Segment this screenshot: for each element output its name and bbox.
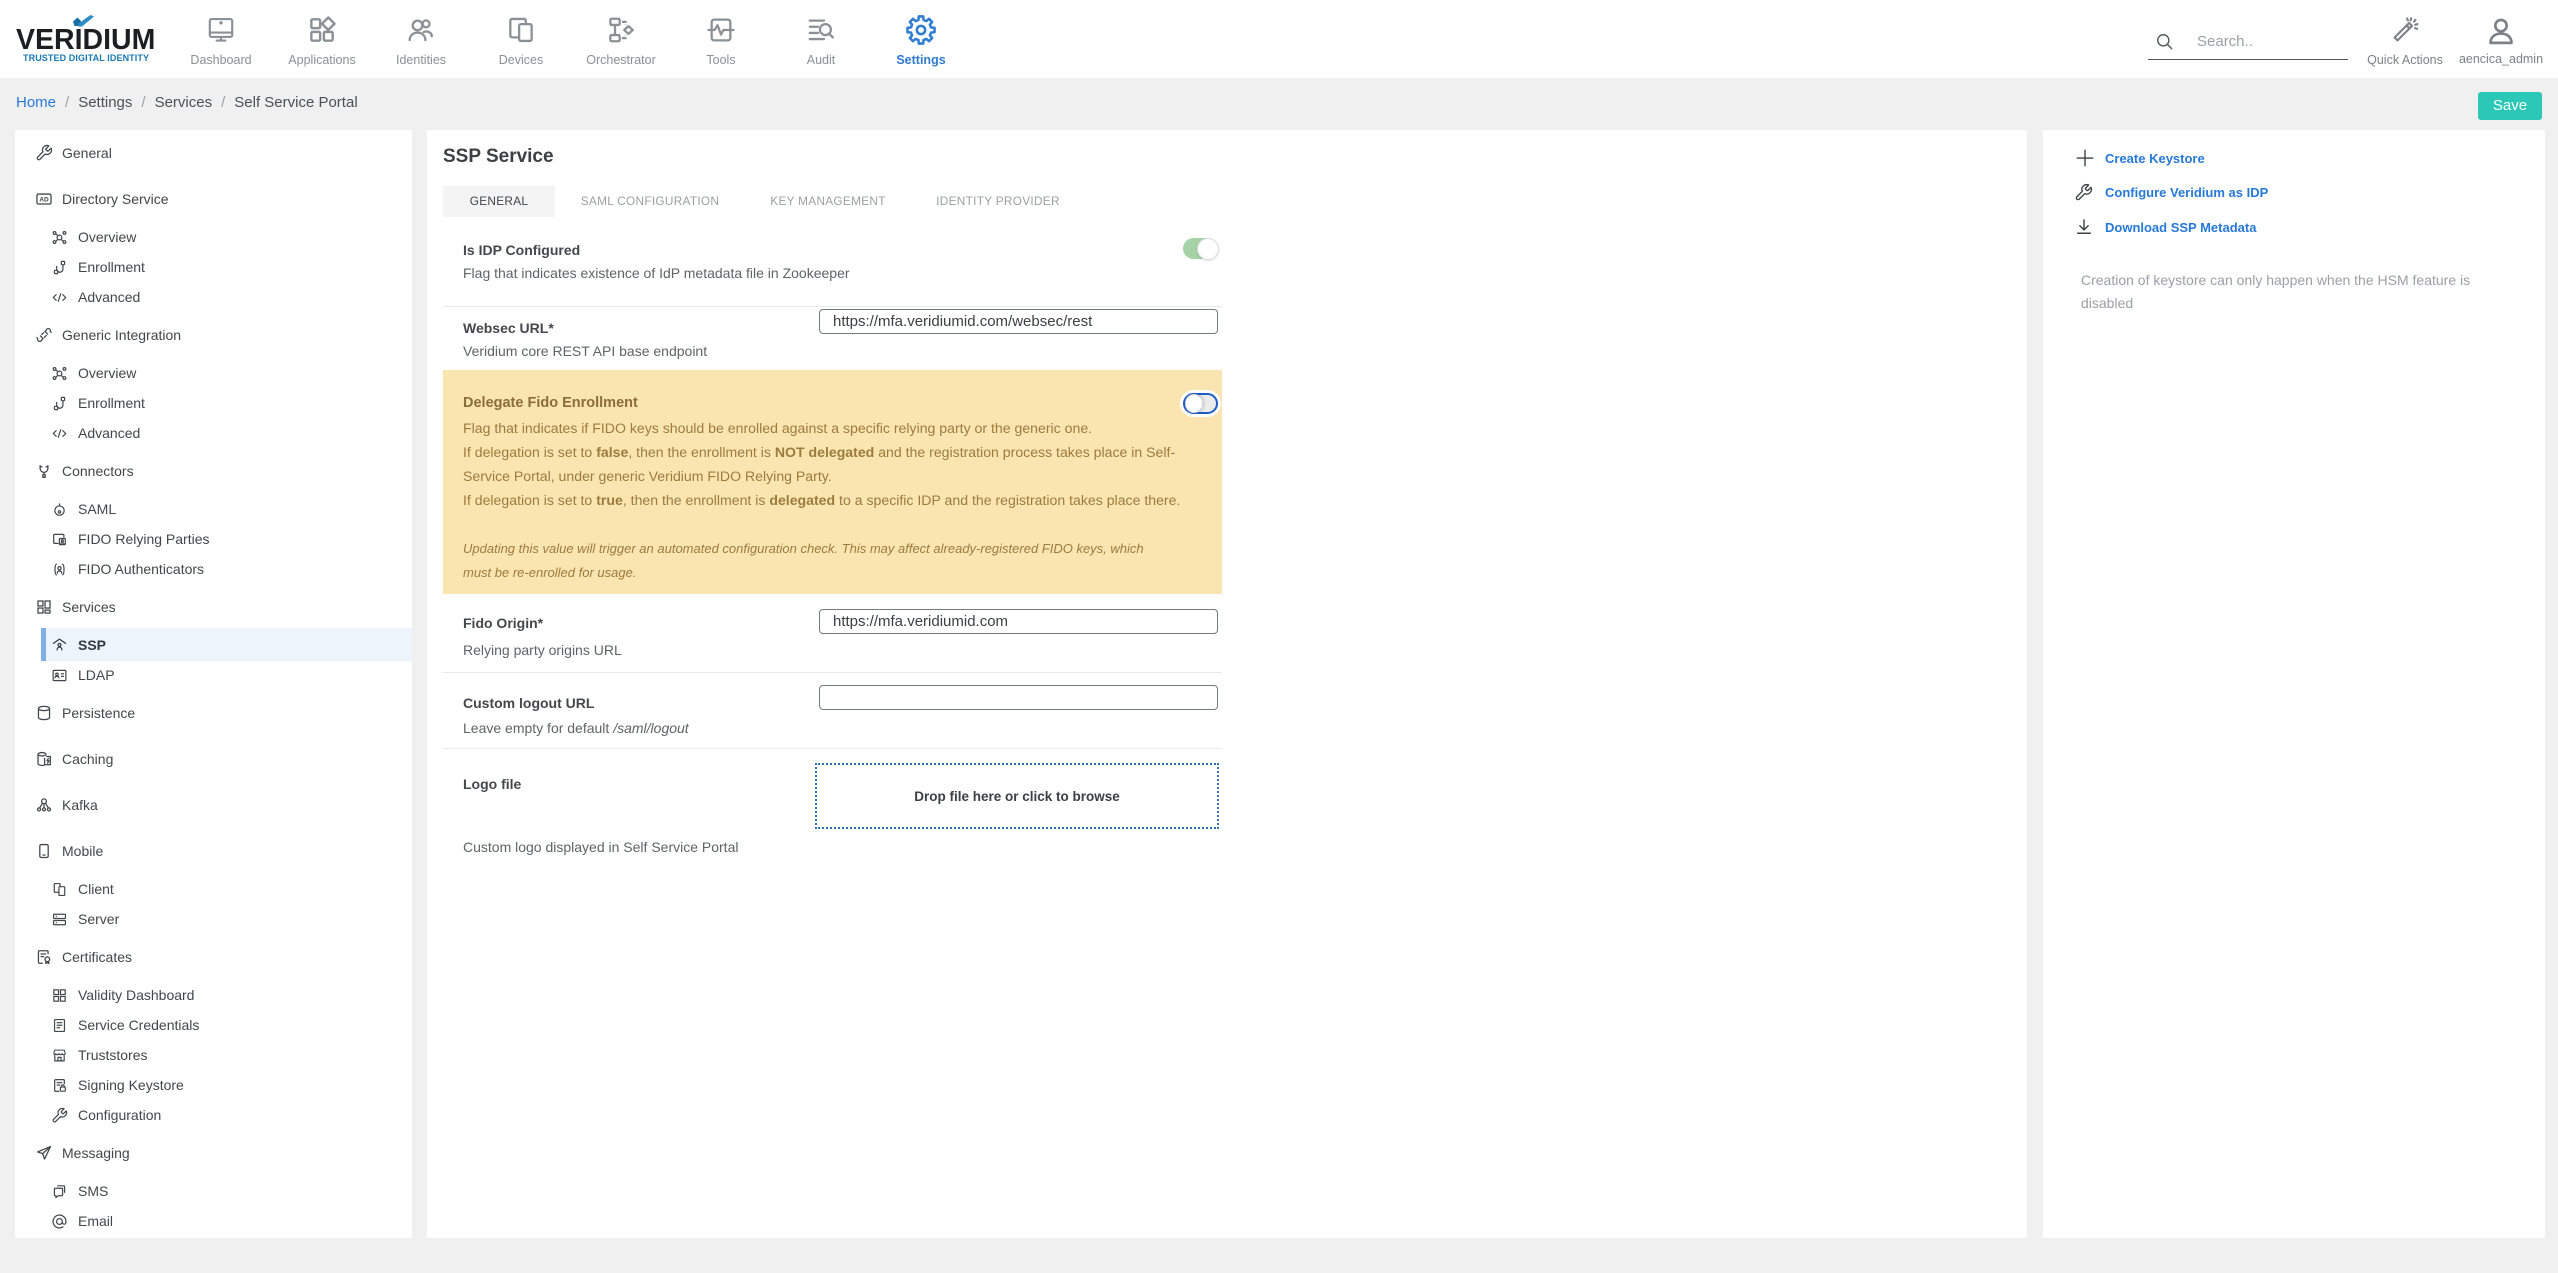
svg-text:AD: AD	[39, 197, 49, 204]
